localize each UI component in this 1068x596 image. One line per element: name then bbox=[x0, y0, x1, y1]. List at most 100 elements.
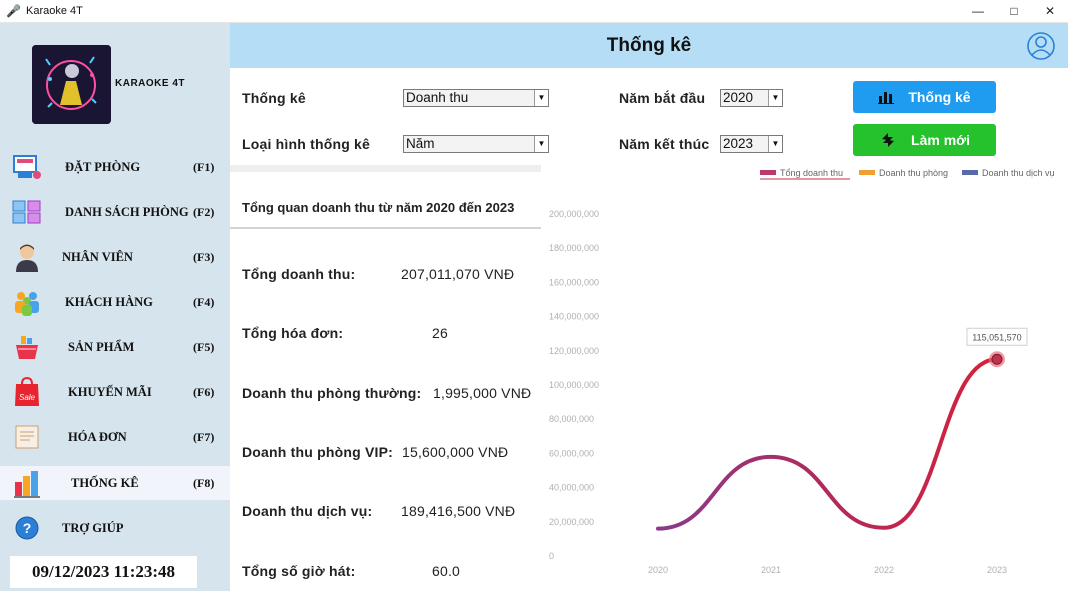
start-year-select[interactable]: 2020 ▼ bbox=[720, 89, 783, 107]
sidebar-item-room-list[interactable]: DANH SÁCH PHÒNG (F2) bbox=[0, 195, 230, 229]
app-window: 🎤 Karaoke 4T — □ ✕ KARAOKE 4T ĐẶT PHÒNG … bbox=[0, 0, 1068, 591]
y-tick-label: 160,000,000 bbox=[549, 277, 599, 287]
x-tick-label: 2020 bbox=[648, 565, 668, 575]
total-revenue-value: 207,011,070 VNĐ bbox=[401, 266, 515, 282]
stat-kind-select[interactable]: Năm ▼ bbox=[403, 135, 549, 153]
data-point bbox=[991, 353, 1003, 365]
sidebar-item-label: THỐNG KÊ bbox=[71, 475, 139, 490]
revenue-chart-svg: 0 20,000,000 40,000,000 60,000,000 80,000,00… bbox=[549, 168, 1055, 575]
end-year-select[interactable]: 2023 ▼ bbox=[720, 135, 783, 153]
close-button[interactable]: ✕ bbox=[1032, 0, 1068, 23]
stat-type-select[interactable]: Doanh thu ▼ bbox=[403, 89, 549, 107]
y-tick-label: 120,000,000 bbox=[549, 346, 599, 356]
shortcut-key: (F8) bbox=[193, 475, 215, 490]
regular-room-revenue-label: Doanh thu phòng thường: bbox=[242, 385, 422, 401]
page-header: Thống kê bbox=[230, 23, 1068, 68]
svg-text:Sale: Sale bbox=[19, 393, 36, 402]
brand-name: KARAOKE 4T bbox=[115, 78, 186, 89]
sidebar-item-label: HÓA ĐƠN bbox=[68, 429, 127, 444]
total-revenue-label: Tổng doanh thu: bbox=[242, 266, 356, 282]
statistics-button[interactable]: Thống kê bbox=[853, 81, 996, 113]
minimize-button[interactable]: — bbox=[960, 0, 996, 23]
shortcut-key: (F5) bbox=[193, 339, 215, 354]
shortcut-key: (F3) bbox=[193, 249, 215, 264]
clock-display: 09/12/2023 11:23:48 bbox=[10, 556, 197, 588]
product-icon bbox=[12, 332, 42, 362]
legend-label: Doanh thu phòng bbox=[879, 168, 948, 178]
revenue-chart: 0 20,000,000 40,000,000 60,000,000 80,000,00… bbox=[541, 165, 1068, 591]
app-icon: 🎤 bbox=[6, 4, 21, 18]
title-bar: 🎤 Karaoke 4T — □ ✕ bbox=[0, 0, 1068, 23]
summary-title: Tổng quan doanh thu từ năm 2020 đến 2023 bbox=[242, 200, 515, 215]
sidebar-item-statistics[interactable]: THỐNG KÊ (F8) bbox=[0, 466, 230, 500]
stat-kind-value: Năm bbox=[406, 136, 435, 151]
sidebar-item-employee[interactable]: NHÂN VIÊN (F3) bbox=[0, 240, 230, 274]
legend-label: Tổng doanh thu bbox=[780, 168, 843, 178]
x-tick-label: 2022 bbox=[874, 565, 894, 575]
chevron-down-icon: ▼ bbox=[534, 136, 548, 152]
x-tick-label: 2023 bbox=[987, 565, 1007, 575]
sale-icon: Sale bbox=[12, 376, 42, 407]
sidebar-item-label: NHÂN VIÊN bbox=[62, 249, 133, 264]
service-revenue-value: 189,416,500 VNĐ bbox=[401, 503, 516, 519]
refresh-icon bbox=[882, 133, 895, 147]
end-year-value: 2023 bbox=[723, 136, 754, 151]
summary-panel: Tổng quan doanh thu từ năm 2020 đến 2023… bbox=[230, 172, 541, 591]
sidebar-item-label: ĐẶT PHÒNG bbox=[65, 159, 141, 174]
sidebar-item-label: TRỢ GIÚP bbox=[62, 520, 124, 535]
sidebar-item-label: KHUYẾN MÃI bbox=[68, 384, 152, 399]
filter-panel: Thống kê Doanh thu ▼ Loại hình thống kê … bbox=[230, 68, 1068, 165]
shortcut-key: (F1) bbox=[193, 159, 215, 174]
chevron-down-icon: ▼ bbox=[534, 90, 548, 106]
y-tick-label: 60,000,000 bbox=[549, 448, 594, 458]
regular-room-revenue-value: 1,995,000 VNĐ bbox=[433, 385, 532, 401]
sidebar-item-label: DANH SÁCH PHÒNG bbox=[65, 204, 189, 219]
stat-type-label: Thống kê bbox=[242, 90, 306, 106]
start-year-label: Năm bắt đầu bbox=[619, 90, 706, 106]
stat-kind-label: Loại hình thống kê bbox=[242, 136, 371, 152]
statistics-icon bbox=[12, 468, 42, 498]
end-year-label: Năm kết thúc bbox=[619, 136, 710, 152]
statistics-button-label: Thống kê bbox=[908, 89, 971, 105]
legend-swatch bbox=[859, 170, 875, 175]
help-icon: ? bbox=[12, 513, 42, 543]
bar-chart-icon bbox=[878, 92, 895, 104]
total-invoices-label: Tổng hóa đơn: bbox=[242, 325, 344, 341]
legend-swatch bbox=[760, 170, 776, 175]
booking-icon bbox=[12, 152, 42, 182]
y-tick-label: 180,000,000 bbox=[549, 243, 599, 253]
maximize-button[interactable]: □ bbox=[996, 0, 1032, 23]
sidebar-item-help[interactable]: ? TRỢ GIÚP bbox=[0, 511, 230, 545]
sidebar-item-booking[interactable]: ĐẶT PHÒNG (F1) bbox=[0, 150, 230, 184]
sidebar-item-invoice[interactable]: HÓA ĐƠN (F7) bbox=[0, 420, 230, 454]
invoice-icon bbox=[12, 422, 42, 452]
y-tick-label: 140,000,000 bbox=[549, 312, 599, 322]
vip-room-revenue-label: Doanh thu phòng VIP: bbox=[242, 444, 393, 460]
total-hours-value: 60.0 bbox=[432, 563, 461, 579]
vip-room-revenue-value: 15,600,000 VNĐ bbox=[402, 444, 509, 460]
svg-text:?: ? bbox=[23, 520, 32, 536]
sidebar-item-customer[interactable]: KHÁCH HÀNG (F4) bbox=[0, 285, 230, 319]
sidebar-item-product[interactable]: SẢN PHẨM (F5) bbox=[0, 330, 230, 364]
employee-icon bbox=[12, 242, 42, 272]
user-icon[interactable] bbox=[1026, 31, 1056, 61]
sidebar: KARAOKE 4T ĐẶT PHÒNG (F1) DANH SÁCH PHÒN… bbox=[0, 23, 230, 591]
y-tick-label: 40,000,000 bbox=[549, 483, 594, 493]
y-tick-label: 100,000,000 bbox=[549, 380, 599, 390]
chevron-down-icon: ▼ bbox=[768, 136, 782, 152]
start-year-value: 2020 bbox=[723, 90, 754, 105]
service-revenue-label: Doanh thu dịch vụ: bbox=[242, 503, 373, 519]
legend-swatch bbox=[962, 170, 978, 175]
data-label: 115,051,570 bbox=[972, 332, 1021, 342]
y-tick-label: 80,000,000 bbox=[549, 414, 594, 424]
customer-icon bbox=[12, 287, 42, 317]
x-tick-label: 2021 bbox=[761, 565, 781, 575]
window-title: Karaoke 4T bbox=[26, 5, 83, 17]
page-title: Thống kê bbox=[606, 35, 692, 56]
legend-label: Doanh thu dịch vụ bbox=[982, 168, 1055, 178]
series-line bbox=[656, 357, 999, 531]
y-tick-label: 200,000,000 bbox=[549, 209, 599, 219]
window-controls: — □ ✕ bbox=[960, 0, 1068, 23]
refresh-button[interactable]: Làm mới bbox=[853, 124, 996, 156]
sidebar-item-sale[interactable]: Sale KHUYẾN MÃI (F6) bbox=[0, 375, 230, 409]
